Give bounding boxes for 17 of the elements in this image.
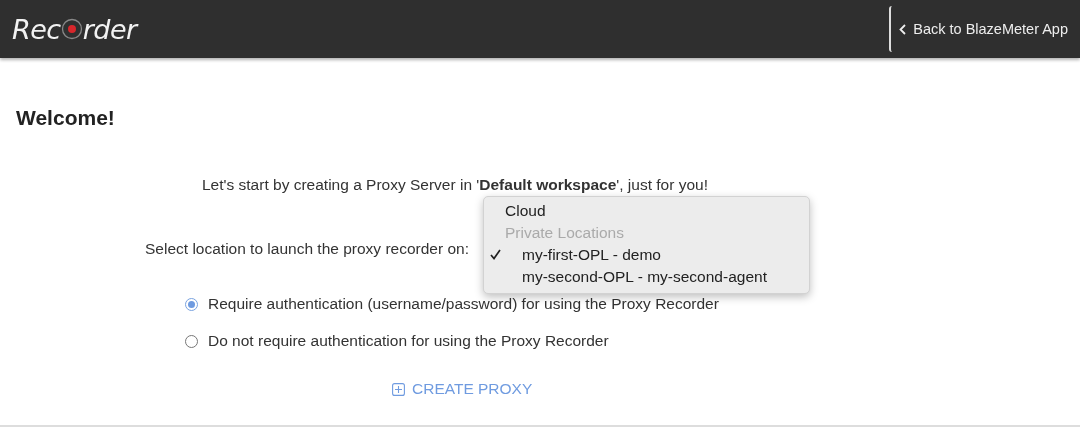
plus-box-icon (392, 382, 405, 396)
group-label: Private Locations (504, 223, 625, 243)
radio-button[interactable] (185, 297, 198, 311)
location-label: Select location to launch the proxy recorder on: (145, 240, 469, 257)
radio-label: Require authentication (username/password) for using the Proxy Recorder (208, 295, 719, 313)
menu-option[interactable]: my-second-OPL - my-second-agent (484, 266, 809, 288)
record-icon (60, 18, 83, 40)
menu-option[interactable]: Cloud (484, 200, 809, 222)
radio-label: Do not require authentication for using the Proxy Recorder (208, 332, 609, 350)
logo-text: Rec (12, 13, 61, 45)
page-title: Welcome! (16, 106, 116, 130)
chevron-left-icon (899, 23, 907, 35)
logo-text: rder (82, 13, 137, 45)
intro-text: Let's start by creating a Proxy Server in 'Default workspace', just for you! (202, 176, 709, 194)
menu-option[interactable]: my-first-OPL - demo (484, 244, 809, 266)
back-link[interactable]: Back to BlazeMeter App (899, 21, 1068, 37)
radio-button[interactable] (185, 334, 198, 348)
